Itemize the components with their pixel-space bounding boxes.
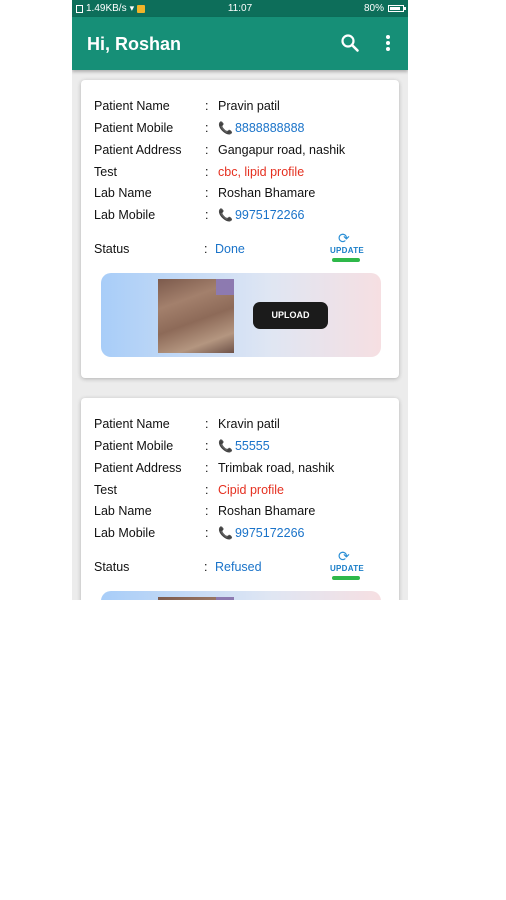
test-label: Test xyxy=(94,483,117,497)
phone-icon: 📞 xyxy=(218,208,233,222)
update-bar xyxy=(332,258,360,262)
test-label: Test xyxy=(94,165,117,179)
report-photo xyxy=(158,279,234,353)
phone-icon: 📞 xyxy=(218,439,233,453)
update-button[interactable]: ⟳ UPDATE xyxy=(329,548,365,586)
patient-mobile-label: Patient Mobile xyxy=(94,439,174,453)
lab-mobile-row: Lab Mobile : 📞 9975172266 xyxy=(94,208,394,226)
separator: : xyxy=(205,121,209,135)
test-value: cbc, lipid profile xyxy=(218,165,305,179)
order-card: Patient Name : Pravin patil Patient Mobi… xyxy=(81,80,399,378)
more-vert-icon[interactable] xyxy=(378,33,398,53)
status-time: 11:07 xyxy=(227,3,253,14)
patient-address-label: Patient Address xyxy=(94,143,182,157)
lab-mobile-value: 9975172266 xyxy=(234,208,305,222)
patient-name-value: Pravin patil xyxy=(218,99,280,113)
separator: : xyxy=(205,526,209,540)
phone-icon: 📞 xyxy=(218,121,233,135)
app-bar: Hi, Roshan xyxy=(72,17,408,70)
patient-mobile-link[interactable]: 📞 55555 xyxy=(218,439,270,453)
battery-level: 80% xyxy=(363,3,384,14)
upload-panel: UPLOAD xyxy=(101,591,381,600)
test-row: Test : Cipid profile xyxy=(94,483,394,501)
status-label: Status xyxy=(94,560,130,574)
lab-mobile-link[interactable]: 📞 9975172266 xyxy=(218,526,304,540)
patient-name-label: Patient Name xyxy=(94,417,170,431)
patient-address-row: Patient Address : Gangapur road, nashik xyxy=(94,143,394,161)
patient-address-value: Trimbak road, nashik xyxy=(218,461,335,475)
lab-mobile-link[interactable]: 📞 9975172266 xyxy=(218,208,304,222)
status-value: Refused xyxy=(215,560,262,574)
separator: : xyxy=(205,186,209,200)
status-label: Status xyxy=(94,242,130,256)
patient-mobile-value: 55555 xyxy=(234,439,270,453)
battery-icon xyxy=(388,5,406,12)
page-title: Hi, Roshan xyxy=(87,34,182,54)
order-card: Patient Name : Kravin patil Patient Mobi… xyxy=(81,398,399,600)
update-button[interactable]: ⟳ UPDATE xyxy=(329,230,365,268)
update-label: UPDATE xyxy=(329,246,365,255)
status-bar: 1.49KB/s ▾ 11:07 80% xyxy=(72,0,408,17)
patient-name-row: Patient Name : Kravin patil xyxy=(94,417,394,435)
lab-name-row: Lab Name : Roshan Bhamare xyxy=(94,504,394,522)
phone-screen: 1.49KB/s ▾ 11:07 80% Hi, Roshan Patient … xyxy=(72,0,408,600)
separator: : xyxy=(205,483,209,497)
patient-address-row: Patient Address : Trimbak road, nashik xyxy=(94,461,394,479)
refresh-icon: ⟳ xyxy=(338,548,350,564)
search-icon[interactable] xyxy=(340,33,360,53)
patient-name-label: Patient Name xyxy=(94,99,170,113)
lab-mobile-label: Lab Mobile xyxy=(94,208,156,222)
upload-button[interactable]: UPLOAD xyxy=(253,302,328,329)
lab-mobile-value: 9975172266 xyxy=(234,526,305,540)
lab-name-row: Lab Name : Roshan Bhamare xyxy=(94,186,394,204)
refresh-icon: ⟳ xyxy=(338,230,350,246)
lab-name-value: Roshan Bhamare xyxy=(218,504,316,518)
update-label: UPDATE xyxy=(329,564,365,573)
separator: : xyxy=(205,417,209,431)
report-photo xyxy=(158,597,234,600)
lab-mobile-row: Lab Mobile : 📞 9975172266 xyxy=(94,526,394,544)
lab-name-label: Lab Name xyxy=(94,186,152,200)
separator: : xyxy=(204,242,208,256)
phone-icon: 📞 xyxy=(218,526,233,540)
patient-address-label: Patient Address xyxy=(94,461,182,475)
patient-mobile-value: 8888888888 xyxy=(234,121,305,135)
separator: : xyxy=(205,439,209,453)
lab-name-value: Roshan Bhamare xyxy=(218,186,316,200)
patient-address-value: Gangapur road, nashik xyxy=(218,143,346,157)
patient-mobile-link[interactable]: 📞 8888888888 xyxy=(218,121,304,135)
separator: : xyxy=(205,504,209,518)
upload-panel: UPLOAD xyxy=(101,273,381,357)
update-bar xyxy=(332,576,360,580)
patient-mobile-row: Patient Mobile : 📞 55555 xyxy=(94,439,394,457)
patient-mobile-row: Patient Mobile : 📞 8888888888 xyxy=(94,121,394,139)
test-row: Test : cbc, lipid profile xyxy=(94,165,394,183)
separator: : xyxy=(204,560,208,574)
patient-name-value: Kravin patil xyxy=(218,417,280,431)
separator: : xyxy=(205,461,209,475)
separator: : xyxy=(205,165,209,179)
separator: : xyxy=(205,208,209,222)
separator: : xyxy=(205,99,209,113)
lab-mobile-label: Lab Mobile xyxy=(94,526,156,540)
lab-name-label: Lab Name xyxy=(94,504,152,518)
test-value: Cipid profile xyxy=(218,483,285,497)
patient-mobile-label: Patient Mobile xyxy=(94,121,174,135)
status-value: Done xyxy=(215,242,245,256)
patient-name-row: Patient Name : Pravin patil xyxy=(94,99,394,117)
separator: : xyxy=(205,143,209,157)
